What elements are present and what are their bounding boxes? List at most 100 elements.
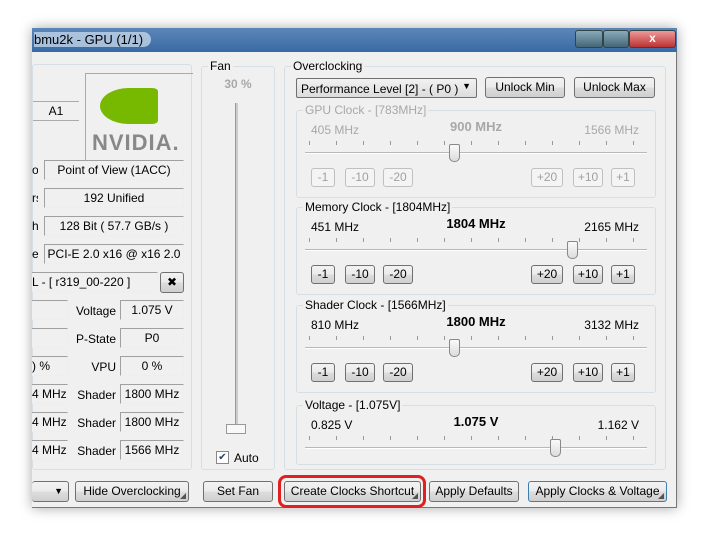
slider-ticks bbox=[309, 238, 643, 242]
step-button[interactable]: -20 bbox=[383, 363, 413, 382]
slider-thumb[interactable] bbox=[449, 144, 461, 162]
info-value: Point of View (1ACC) bbox=[44, 160, 184, 180]
step-button[interactable]: -1 bbox=[311, 363, 335, 382]
fan-title: Fan bbox=[208, 59, 233, 73]
slider-ticks bbox=[309, 336, 643, 340]
stat-value: 0 % bbox=[120, 356, 184, 376]
step-button[interactable]: +10 bbox=[573, 265, 603, 284]
stat-value: 1.075 V bbox=[120, 300, 184, 320]
step-button[interactable]: +1 bbox=[611, 265, 635, 284]
step-button[interactable]: -10 bbox=[345, 168, 375, 187]
bios-field: L - [ r319_00-220 ] bbox=[32, 272, 158, 292]
slider-title: Shader Clock - [1566MHz] bbox=[303, 298, 448, 312]
stat-left-value: 4 MHz bbox=[32, 412, 68, 432]
slider-title: Memory Clock - [1804MHz] bbox=[303, 200, 453, 214]
step-button[interactable]: -10 bbox=[345, 265, 375, 284]
apply-defaults-button[interactable]: Apply Defaults bbox=[429, 481, 519, 502]
step-button[interactable]: +20 bbox=[531, 363, 563, 382]
stat-value: 1800 MHz bbox=[120, 412, 184, 432]
slider-track[interactable] bbox=[305, 447, 647, 449]
nvidia-logo: NVIDIA. bbox=[85, 73, 193, 161]
step-button[interactable]: -10 bbox=[345, 363, 375, 382]
stat-left-value bbox=[32, 328, 68, 348]
set-fan-button[interactable]: Set Fan bbox=[203, 481, 273, 502]
close-button[interactable]: x bbox=[629, 30, 676, 48]
window-title: bmu2k - GPU (1/1) bbox=[34, 32, 152, 47]
slider-group: GPU Clock - [783MHz] 405 MHz 900 MHz 156… bbox=[296, 103, 656, 198]
step-button[interactable]: -1 bbox=[311, 168, 335, 187]
stat-label: Shader bbox=[77, 444, 116, 458]
step-button[interactable]: +20 bbox=[531, 265, 563, 284]
fan-group: Fan 30 % ✔ Auto bbox=[201, 59, 275, 470]
stat-left-value: ) % bbox=[32, 356, 68, 376]
slider-group: Voltage - [1.075V] 0.825 V 1.075 V 1.162… bbox=[296, 398, 656, 465]
info-panel: A1 NVIDIA. bbox=[32, 64, 193, 470]
step-button[interactable]: -1 bbox=[311, 265, 335, 284]
slider-group: Shader Clock - [1566MHz] 810 MHz 1800 MH… bbox=[296, 298, 656, 393]
slider-ticks bbox=[309, 141, 643, 145]
nvidia-wordmark: NVIDIA. bbox=[92, 130, 180, 155]
step-button[interactable]: -20 bbox=[383, 265, 413, 284]
info-label: rs bbox=[32, 191, 38, 205]
slider-max: 3132 MHz bbox=[584, 318, 639, 332]
fan-value: 30 % bbox=[224, 77, 252, 91]
stat-left-value: 4 MHz bbox=[32, 384, 68, 404]
profile-dropdown[interactable]: ▼ bbox=[32, 481, 69, 502]
slider-track[interactable] bbox=[305, 347, 647, 349]
stat-label: Shader bbox=[77, 416, 116, 430]
stat-value: 1566 MHz bbox=[120, 440, 184, 460]
create-clocks-shortcut-button[interactable]: Create Clocks Shortcut bbox=[284, 481, 421, 502]
slider-ticks bbox=[309, 436, 643, 440]
hide-overclocking-button[interactable]: Hide Overclocking bbox=[75, 481, 189, 502]
slider-thumb[interactable] bbox=[550, 439, 562, 457]
overclocking-title: Overclocking bbox=[291, 59, 365, 73]
bios-tools-button[interactable]: ✖ bbox=[160, 272, 184, 293]
unlock-max-button[interactable]: Unlock Max bbox=[574, 77, 655, 98]
slider-max: 1566 MHz bbox=[584, 123, 639, 137]
info-label: or bbox=[32, 163, 38, 177]
slider-track[interactable] bbox=[305, 249, 647, 251]
step-button[interactable]: +10 bbox=[573, 363, 603, 382]
step-button[interactable]: +1 bbox=[611, 168, 635, 187]
stat-label: VPU bbox=[91, 360, 116, 374]
slider-max: 2165 MHz bbox=[584, 220, 639, 234]
slider-thumb[interactable] bbox=[449, 339, 461, 357]
revision-field: A1 bbox=[33, 101, 79, 121]
slider-max: 1.162 V bbox=[597, 418, 639, 432]
slider-thumb[interactable] bbox=[566, 241, 578, 259]
fan-auto-checkbox[interactable]: ✔ bbox=[216, 451, 229, 464]
stat-label: Voltage bbox=[75, 304, 116, 318]
step-button[interactable]: +10 bbox=[573, 168, 603, 187]
performance-level-dropdown[interactable]: Performance Level [2] - ( P0 ) ▼ bbox=[296, 78, 477, 98]
maximize-button[interactable] bbox=[603, 30, 629, 48]
chevron-down-icon: ▼ bbox=[462, 81, 471, 91]
tools-icon: ✖ bbox=[166, 275, 178, 289]
stat-value: P0 bbox=[120, 328, 184, 348]
unlock-min-button[interactable]: Unlock Min bbox=[485, 77, 565, 98]
info-label: h bbox=[32, 219, 38, 233]
step-button[interactable]: -20 bbox=[383, 168, 413, 187]
info-value: PCI-E 2.0 x16 @ x16 2.0 bbox=[44, 244, 184, 264]
step-button[interactable]: +1 bbox=[611, 363, 635, 382]
chevron-down-icon: ▼ bbox=[54, 486, 63, 496]
slider-group: Memory Clock - [1804MHz] 451 MHz 1804 MH… bbox=[296, 200, 656, 295]
minimize-button[interactable] bbox=[575, 30, 603, 48]
fan-slider[interactable] bbox=[235, 103, 238, 433]
stat-value: 1800 MHz bbox=[120, 384, 184, 404]
stat-label: Shader bbox=[77, 388, 116, 402]
step-button[interactable]: +20 bbox=[531, 168, 563, 187]
slider-title: GPU Clock - [783MHz] bbox=[303, 103, 429, 117]
performance-level-value: Performance Level [2] - ( P0 ) bbox=[301, 82, 459, 96]
slider-track[interactable] bbox=[305, 152, 647, 154]
apply-clocks-voltage-button[interactable]: Apply Clocks & Voltage bbox=[528, 481, 667, 502]
fan-auto-label: Auto bbox=[234, 451, 259, 465]
slider-title: Voltage - [1.075V] bbox=[303, 398, 403, 412]
nvidia-eye-icon bbox=[100, 88, 158, 124]
fan-slider-thumb[interactable] bbox=[226, 424, 246, 434]
stat-label: P-State bbox=[75, 332, 116, 346]
stat-left-value bbox=[32, 300, 68, 320]
info-value: 128 Bit ( 57.7 GB/s ) bbox=[44, 216, 184, 236]
info-label: e bbox=[32, 247, 38, 261]
stat-left-value: 4 MHz bbox=[32, 440, 68, 460]
info-value: 192 Unified bbox=[44, 188, 184, 208]
